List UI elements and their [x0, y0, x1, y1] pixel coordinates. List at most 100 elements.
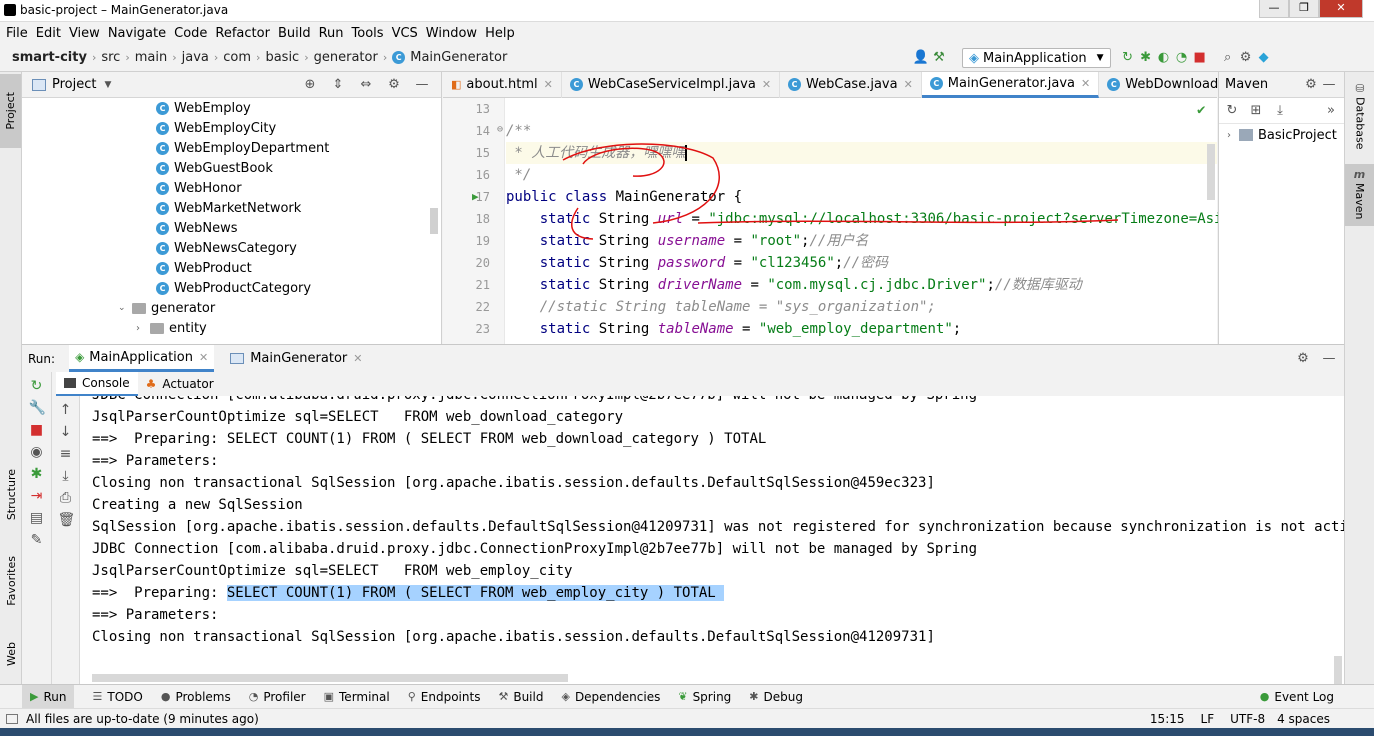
file-encoding[interactable]: UTF-8	[1230, 712, 1265, 726]
close-icon[interactable]: ✕	[544, 78, 553, 91]
debug-icon[interactable]: ✱	[29, 466, 45, 482]
menu-build[interactable]: Build	[278, 26, 311, 41]
chevron-down-icon[interactable]: ▼	[104, 80, 111, 90]
locate-icon[interactable]: ⊕	[301, 76, 319, 94]
run-tab-mainapplication[interactable]: ◈ MainApplication ✕	[69, 345, 215, 372]
expand-all-icon[interactable]: ⇕	[329, 76, 347, 94]
code-editor[interactable]: 13 14 15 16 17 18 19 20 21 22 23 ▶ ⊖ /**…	[443, 98, 1256, 344]
problems-tool-button[interactable]: ● Problems	[161, 690, 231, 704]
arrow-up-icon[interactable]: ↑	[58, 402, 74, 418]
event-log-button[interactable]: ● Event Log	[1260, 690, 1334, 704]
more-icon[interactable]: »	[1322, 102, 1340, 120]
add-maven-project-icon[interactable]: ⊞	[1247, 102, 1265, 120]
breadcrumb-item[interactable]: src	[101, 50, 120, 65]
chevron-down-icon[interactable]: ⌄	[118, 303, 132, 313]
tree-item-class[interactable]: C WebEmploy	[22, 98, 441, 118]
user-icon[interactable]: 👤	[912, 49, 930, 67]
project-tool-button[interactable]: Project	[0, 74, 21, 148]
close-window-button[interactable]: ✕	[1319, 0, 1363, 18]
breadcrumb-item[interactable]: basic	[265, 50, 299, 65]
spring-tool-button[interactable]: ❦ Spring	[678, 690, 731, 704]
wrench-icon[interactable]: 🔧	[29, 400, 46, 416]
close-icon[interactable]: ✕	[199, 351, 208, 364]
tree-item-class[interactable]: C WebNews	[22, 218, 441, 238]
hide-icon[interactable]: —	[1320, 76, 1338, 94]
tree-item-class[interactable]: C WebProductCategory	[22, 278, 441, 298]
maximize-button[interactable]: ❐	[1289, 0, 1319, 18]
reload-icon[interactable]: ↻	[1223, 102, 1241, 120]
breadcrumb-item[interactable]: com	[223, 50, 251, 65]
menu-file[interactable]: File	[6, 26, 28, 41]
scroll-to-end-icon[interactable]: ⤓	[58, 468, 74, 484]
coverage-icon[interactable]: ◐	[1155, 49, 1173, 67]
console-vertical-scrollbar[interactable]	[1334, 656, 1342, 684]
hammer-icon[interactable]: ⚒	[930, 49, 948, 67]
structure-tool-button[interactable]: Structure	[4, 460, 18, 530]
close-icon[interactable]: ✕	[1081, 77, 1090, 90]
selected-text[interactable]: SELECT COUNT(1) FROM ( SELECT FROM web_e…	[226, 585, 725, 601]
pin-icon[interactable]: ✎	[29, 532, 45, 548]
rerun-icon[interactable]: ↻	[1119, 49, 1137, 67]
menu-vcs[interactable]: VCS	[392, 26, 418, 41]
tree-item-class[interactable]: C WebMarketNetwork	[22, 198, 441, 218]
exit-icon[interactable]: ⇥	[29, 488, 45, 504]
tab-webcaseserviceimpl[interactable]: C WebCaseServiceImpl.java ✕	[562, 71, 781, 98]
menu-window[interactable]: Window	[426, 26, 477, 41]
debug-icon[interactable]: ✱	[1137, 49, 1155, 67]
terminal-tool-button[interactable]: ▣ Terminal	[324, 690, 390, 704]
tab-maingenerator[interactable]: C MainGenerator.java ✕	[921, 71, 1100, 98]
debug-tool-button[interactable]: ✱ Debug	[749, 690, 803, 704]
menu-navigate[interactable]: Navigate	[108, 26, 166, 41]
tree-item-class[interactable]: C WebGuestBook	[22, 158, 441, 178]
tree-item-class[interactable]: C WebProduct	[22, 258, 441, 278]
endpoints-tool-button[interactable]: ⚲ Endpoints	[408, 690, 481, 704]
plugin-icon[interactable]: ◆	[1255, 49, 1273, 67]
menu-code[interactable]: Code	[174, 26, 207, 41]
line-ending[interactable]: LF	[1201, 712, 1215, 726]
hide-icon[interactable]: —	[1320, 350, 1338, 368]
favorites-tool-button[interactable]: Favorites	[4, 546, 18, 616]
tree-item-class[interactable]: C WebHonor	[22, 178, 441, 198]
trash-icon[interactable]: 🗑	[58, 512, 76, 528]
tree-item-folder[interactable]: ⌄ generator	[22, 298, 441, 318]
window-icon[interactable]	[6, 713, 18, 724]
database-tool-button[interactable]: ⛁ Database	[1349, 82, 1371, 162]
minimize-button[interactable]: —	[1259, 0, 1289, 18]
breadcrumb-project[interactable]: smart-city	[12, 50, 87, 65]
profiler-tool-button[interactable]: ◔ Profiler	[249, 690, 306, 704]
tree-item-class[interactable]: C WebNewsCategory	[22, 238, 441, 258]
run-config-select[interactable]: ◈ MainApplication ▼	[962, 48, 1111, 68]
close-icon[interactable]: ✕	[353, 352, 362, 365]
search-icon[interactable]: ⌕	[1219, 49, 1237, 67]
close-icon[interactable]: ✕	[762, 78, 771, 91]
download-icon[interactable]: ⤓	[1271, 102, 1289, 120]
gear-icon[interactable]: ⚙	[385, 76, 403, 94]
maven-project-item[interactable]: › BasicProject	[1219, 124, 1344, 146]
gear-icon[interactable]: ⚙	[1302, 76, 1320, 94]
dependencies-tool-button[interactable]: ◈ Dependencies	[561, 690, 660, 704]
menu-edit[interactable]: Edit	[36, 26, 61, 41]
console-horizontal-scrollbar[interactable]	[92, 674, 568, 682]
breadcrumb-item-current[interactable]: MainGenerator	[410, 50, 507, 65]
camera-icon[interactable]: ◉	[29, 444, 45, 460]
arrow-down-icon[interactable]: ↓	[58, 424, 74, 440]
breadcrumb-item[interactable]: main	[135, 50, 167, 65]
profile-icon[interactable]: ◔	[1173, 49, 1191, 67]
menu-refactor[interactable]: Refactor	[215, 26, 270, 41]
console-output[interactable]: JDBC Connection [com.alibaba.druid.proxy…	[80, 396, 1344, 684]
soft-wrap-icon[interactable]: ≡	[58, 446, 74, 462]
tree-item-class[interactable]: C WebEmployDepartment	[22, 138, 441, 158]
menu-view[interactable]: View	[69, 26, 100, 41]
chevron-right-icon[interactable]: ›	[136, 323, 150, 334]
breadcrumb-item[interactable]: generator	[314, 50, 378, 65]
indent-setting[interactable]: 4 spaces	[1277, 712, 1330, 726]
caret-position[interactable]: 15:15	[1150, 712, 1185, 726]
stop-icon[interactable]: ■	[1191, 49, 1209, 67]
rerun-icon[interactable]: ↻	[29, 378, 45, 394]
stop-icon[interactable]: ■	[29, 422, 45, 438]
layout-icon[interactable]: ▤	[29, 510, 45, 526]
run-tab-maingenerator[interactable]: MainGenerator ✕	[224, 351, 368, 366]
menu-run[interactable]: Run	[319, 26, 344, 41]
gear-icon[interactable]: ⚙	[1237, 49, 1255, 67]
project-scrollbar[interactable]	[430, 208, 438, 234]
